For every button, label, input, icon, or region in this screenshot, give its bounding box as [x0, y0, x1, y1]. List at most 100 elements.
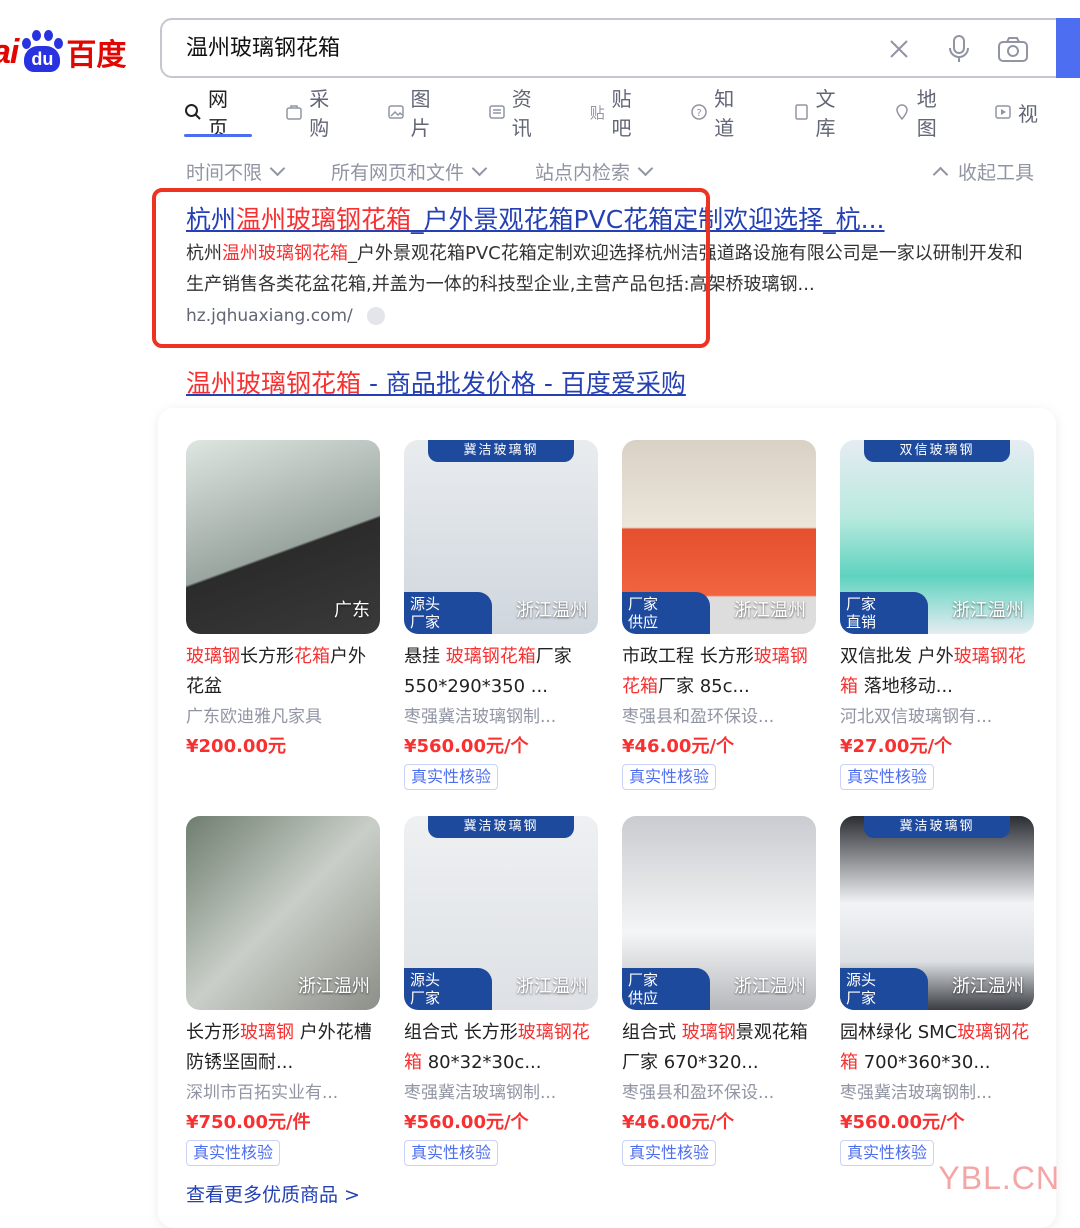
clear-icon[interactable]	[882, 32, 916, 66]
tab-map[interactable]: 地图	[893, 87, 952, 140]
product-image[interactable]: 冀洁玻璃钢 源头 厂家 浙江温州	[404, 816, 598, 1010]
product-badge: 源头 厂家	[404, 592, 492, 634]
active-tab-indicator	[184, 134, 252, 137]
filter-filetype[interactable]: 所有网页和文件	[331, 158, 488, 185]
search-tabs: 网页 采购 图片 资讯 贴 贴吧 ? 知道 文库 地图 视	[184, 87, 1080, 140]
search-input[interactable]: 温州玻璃钢花箱	[160, 18, 1060, 78]
product-image[interactable]: 广东	[186, 440, 380, 634]
product-title[interactable]: 玻璃钢长方形花箱户外花盆	[186, 642, 380, 702]
verify-badge[interactable]: 真实性核验	[622, 1140, 717, 1166]
product-shop[interactable]: 枣强冀洁玻璃钢制...	[404, 1078, 598, 1108]
search-button[interactable]	[1056, 18, 1080, 78]
microphone-icon[interactable]	[942, 32, 976, 66]
product-shop[interactable]: 枣强县和盈环保设...	[622, 1078, 816, 1108]
more-products-link[interactable]: 查看更多优质商品 >	[186, 1180, 360, 1207]
product-image[interactable]: 冀洁玻璃钢源头 厂家 浙江温州	[404, 440, 598, 634]
product-shop[interactable]: 河北双信玻璃钢有...	[840, 702, 1034, 732]
title-text: 悬挂	[404, 646, 446, 667]
product-title[interactable]: 悬挂 玻璃钢花箱厂家 550*290*350 ...	[404, 642, 598, 702]
product-item[interactable]: 浙江温州 长方形玻璃钢 户外花槽 防锈坚固耐... 深圳市百拓实业有... ¥750.…	[186, 816, 380, 1166]
product-title[interactable]: 组合式 玻璃钢景观花箱厂家 670*320...	[622, 1018, 816, 1078]
verify-badge[interactable]: 真实性核验	[840, 764, 935, 790]
news-icon	[488, 103, 506, 121]
shopping-result-title-link[interactable]: 温州玻璃钢花箱 - 商品批发价格 - 百度爱采购	[186, 364, 686, 400]
product-price: ¥27.00元/个	[840, 736, 953, 757]
chevron-up-icon	[932, 166, 949, 183]
search-tools: 时间不限 所有网页和文件 站点内检索 收起工具	[186, 158, 1034, 188]
baidu-logo[interactable]: ai du 百度	[0, 24, 126, 80]
title-text: 落地移动...	[858, 676, 953, 697]
product-image[interactable]: 冀洁玻璃钢 源头 厂家 浙江温州	[840, 816, 1034, 1010]
tab-label: 文库	[815, 87, 836, 140]
title-text: 长方形	[186, 1022, 240, 1043]
product-title[interactable]: 双信批发 户外玻璃钢花箱 落地移动...	[840, 642, 1034, 702]
product-price: ¥560.00元/个	[404, 1112, 529, 1133]
product-title[interactable]: 组合式 长方形玻璃钢花箱 80*32*30c...	[404, 1018, 598, 1078]
product-location: 浙江温州	[298, 976, 370, 997]
filter-time[interactable]: 时间不限	[186, 158, 286, 185]
tab-tieba[interactable]: 贴 贴吧	[589, 87, 648, 140]
paw-icon: du	[20, 30, 64, 74]
product-item[interactable]: 广东玻璃钢长方形花箱户外花盆 广东欧迪雅凡家具 ¥200.00元	[186, 440, 380, 762]
tab-news[interactable]: 资讯	[488, 87, 547, 140]
product-shop[interactable]: 枣强冀洁玻璃钢制...	[840, 1078, 1034, 1108]
product-image[interactable]: 厂家 供应 浙江温州	[622, 816, 816, 1010]
product-shop[interactable]: 广东欧迪雅凡家具	[186, 702, 380, 732]
product-image[interactable]: 浙江温州	[186, 816, 380, 1010]
watermark: YBL.CN	[938, 1160, 1060, 1196]
tab-wenku[interactable]: 文库	[792, 87, 851, 140]
tab-label: 视	[1018, 101, 1038, 126]
product-location: 浙江温州	[952, 600, 1024, 621]
product-image[interactable]: 厂家 供应 浙江温州	[622, 440, 816, 634]
product-brand-band: 冀洁玻璃钢	[428, 440, 574, 462]
camera-icon[interactable]	[996, 32, 1030, 66]
tab-zhidao[interactable]: ? 知道	[690, 87, 749, 140]
product-item[interactable]: 厂家 供应 浙江温州组合式 玻璃钢景观花箱厂家 670*320... 枣强县和盈环保…	[622, 816, 816, 1166]
logo-text-du: du	[24, 46, 61, 72]
product-badge: 源头 厂家	[840, 968, 928, 1010]
product-title[interactable]: 市政工程 长方形玻璃钢花箱厂家 85c...	[622, 642, 816, 702]
tab-label: 地图	[916, 87, 937, 140]
product-badge: 厂家 供应	[622, 968, 710, 1010]
title-text: 双信批发 户外	[840, 646, 954, 667]
tab-purchase[interactable]: 采购	[285, 87, 344, 140]
verify-badge[interactable]: 真实性核验	[622, 764, 717, 790]
title-text: 园林绿化 SMC	[840, 1022, 958, 1043]
tab-label: 图片	[410, 87, 431, 140]
product-badge: 源头 厂家	[404, 968, 492, 1010]
product-location: 浙江温州	[516, 600, 588, 621]
tab-images[interactable]: 图片	[387, 87, 446, 140]
product-price: ¥200.00元	[186, 736, 286, 757]
title-text: 80*32*30c...	[422, 1052, 542, 1073]
product-shop[interactable]: 枣强冀洁玻璃钢制...	[404, 702, 598, 732]
verify-badge[interactable]: 真实性核验	[186, 1140, 281, 1166]
filter-site[interactable]: 站点内检索	[535, 158, 654, 185]
product-item[interactable]: 双信玻璃钢 厂家 直销 浙江温州双信批发 户外玻璃钢花箱 落地移动... 河北双信玻璃…	[840, 440, 1034, 790]
product-item[interactable]: 冀洁玻璃钢 源头 厂家 浙江温州组合式 长方形玻璃钢花箱 80*32*30c... 枣…	[404, 816, 598, 1166]
tab-web[interactable]: 网页	[184, 87, 243, 140]
title-highlight: 玻璃钢	[240, 1022, 294, 1043]
chevron-down-icon	[269, 160, 286, 177]
product-brand-band: 冀洁玻璃钢	[864, 816, 1010, 838]
verify-badge[interactable]: 真实性核验	[404, 1140, 499, 1166]
title-text: 长方形	[240, 646, 294, 667]
verify-badge[interactable]: 真实性核验	[404, 764, 499, 790]
product-item[interactable]: 厂家 供应 浙江温州市政工程 长方形玻璃钢花箱厂家 85c... 枣强县和盈环保设.…	[622, 440, 816, 790]
tab-label: 资讯	[511, 87, 532, 140]
product-title[interactable]: 园林绿化 SMC玻璃钢花箱 700*360*30...	[840, 1018, 1034, 1078]
product-item[interactable]: 冀洁玻璃钢源头 厂家 浙江温州悬挂 玻璃钢花箱厂家 550*290*350 ...…	[404, 440, 598, 790]
tab-video[interactable]: 视	[994, 96, 1038, 128]
product-item[interactable]: 冀洁玻璃钢 源头 厂家 浙江温州 园林绿化 SMC玻璃钢花箱 700*360*30..…	[840, 816, 1034, 1166]
search-query[interactable]: 温州玻璃钢花箱	[186, 20, 340, 78]
verify-badge[interactable]: 真实性核验	[840, 1140, 935, 1166]
logo-text-ai: ai	[0, 32, 19, 71]
product-shop[interactable]: 枣强县和盈环保设...	[622, 702, 816, 732]
collapse-tools-label: 收起工具	[957, 162, 1034, 184]
product-image[interactable]: 双信玻璃钢 厂家 直销 浙江温州	[840, 440, 1034, 634]
collapse-tools-button[interactable]: 收起工具	[932, 158, 1034, 185]
product-title[interactable]: 长方形玻璃钢 户外花槽 防锈坚固耐...	[186, 1018, 380, 1078]
product-shop[interactable]: 深圳市百拓实业有...	[186, 1078, 380, 1108]
video-icon	[994, 103, 1012, 121]
product-price: ¥46.00元/个	[622, 736, 735, 757]
product-location: 浙江温州	[734, 976, 806, 997]
